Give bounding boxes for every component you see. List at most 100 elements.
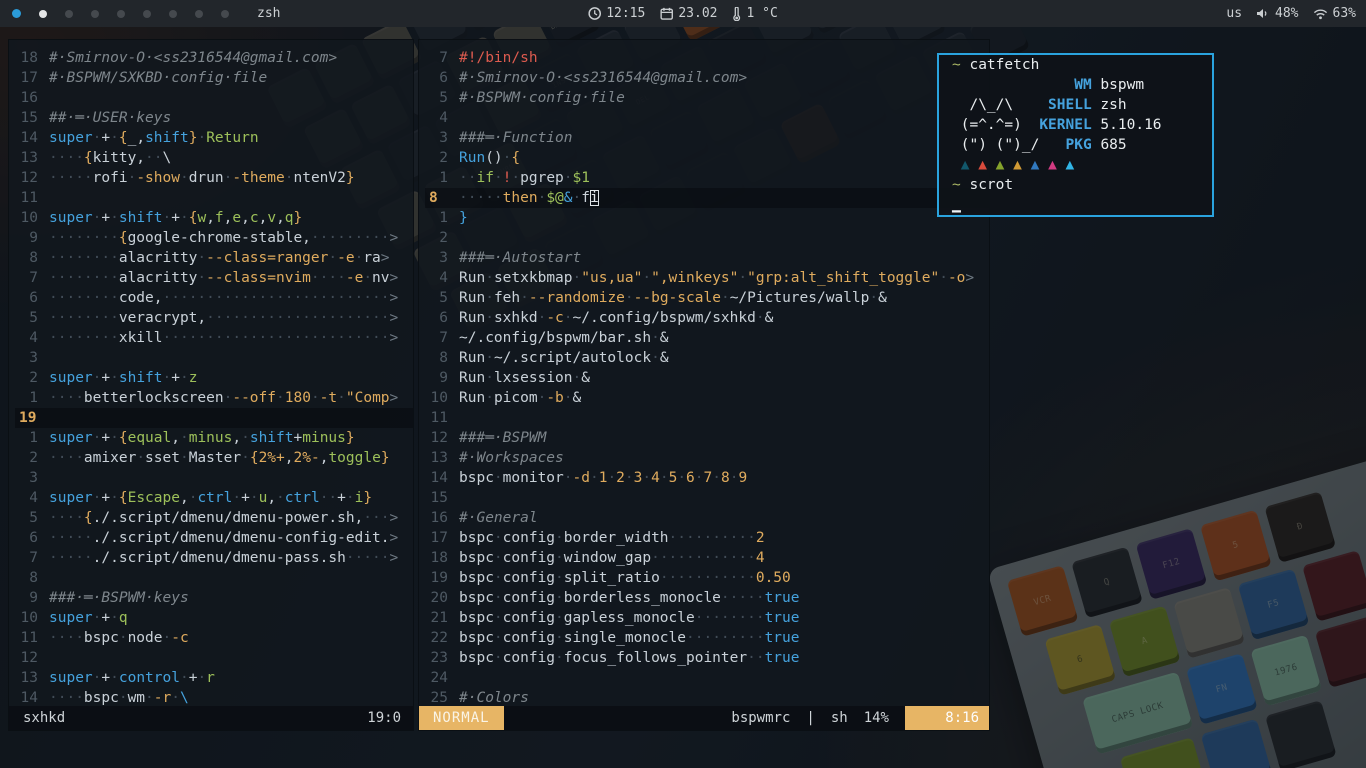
line-number: 6	[15, 288, 49, 308]
line-number: 12	[425, 428, 459, 448]
line-number: 3	[425, 248, 459, 268]
workspace-dot-focused[interactable]	[12, 9, 21, 18]
editor-line: 16#·General	[425, 508, 989, 528]
line-number: 22	[425, 628, 459, 648]
workspace-indicator	[0, 9, 229, 18]
line-number: 5	[425, 288, 459, 308]
editor-line: 24	[425, 668, 989, 688]
temperature-module[interactable]: 1 °C	[732, 6, 777, 21]
workspace-dot-empty[interactable]	[143, 10, 151, 18]
terminal-cursor: ▁	[952, 197, 961, 213]
editor-line: 10super·+·shift·+·{w,f,e,c,v,q}	[15, 208, 413, 228]
line-number: 25	[425, 688, 459, 706]
line-number: 12	[15, 168, 49, 188]
editor-line: 6·····./.script/dmenu/dmenu-config-edit.…	[15, 528, 413, 548]
editor-line: 8	[15, 568, 413, 588]
statusline-cursor-position: 8:16	[905, 706, 989, 730]
workspace-dot-empty[interactable]	[169, 10, 177, 18]
editor-line: 14super·+·{_,shift}·Return	[15, 128, 413, 148]
line-number: 16	[425, 508, 459, 528]
line-number: 2	[425, 148, 459, 168]
focused-window-title: zsh	[257, 6, 280, 21]
line-number: 11	[15, 628, 49, 648]
wifi-module[interactable]: 63%	[1313, 6, 1356, 21]
line-number: 10	[15, 608, 49, 628]
editor-line: 15	[425, 488, 989, 508]
volume-module[interactable]: 48%	[1256, 6, 1298, 21]
editor-line: 7#!/bin/sh	[425, 48, 989, 68]
editor-line: 6Run·sxhkd·-c·~/.config/bspwm/sxhkd·&	[425, 308, 989, 328]
thermometer-icon	[732, 7, 741, 21]
editor-line: 3	[15, 348, 413, 368]
workspace-dot-occupied[interactable]	[39, 10, 47, 18]
editor-line: 7~/.config/bspwm/bar.sh·&	[425, 328, 989, 348]
editor-line: 18bspc·config·window_gap············4	[425, 548, 989, 568]
terminal-window-bspwmrc[interactable]: 7#!/bin/sh6#·Smirnov-O·<ss2316544@gmail.…	[418, 39, 990, 731]
line-number: 12	[15, 648, 49, 668]
workspace-dot-empty[interactable]	[195, 10, 203, 18]
editor-line: 13····{kitty,··\	[15, 148, 413, 168]
calendar-icon	[660, 7, 673, 20]
line-number: 4	[15, 328, 49, 348]
editor-line: 14bspc·monitor·-d·1·2·3·4·5·6·7·8·9	[425, 468, 989, 488]
line-number: 24	[425, 668, 459, 688]
editor-line: 1····betterlockscreen·--off·180·-t·"Comp…	[15, 388, 413, 408]
editor-line: 4Run·setxkbmap·"us,ua"·",winkeys"·"grp:a…	[425, 268, 989, 288]
editor-line: 11····bspc·node·-c	[15, 628, 413, 648]
editor-line: 5Run·feh·--randomize·--bg-scale·~/Pictur…	[425, 288, 989, 308]
editor-line-current: 8·····then·$@&·fi	[425, 188, 989, 208]
editor-line: (=^.^=) KERNEL 5.10.16	[952, 115, 1212, 135]
vim-mode-indicator: NORMAL	[419, 706, 504, 730]
editor-line: 10Run·picom·-b·&	[425, 388, 989, 408]
temperature-label: 1 °C	[746, 6, 777, 21]
line-number: 5	[15, 508, 49, 528]
line-number: 2	[15, 368, 49, 388]
workspace-dot-empty[interactable]	[221, 10, 229, 18]
editor-line: 4········xkill··························…	[15, 328, 413, 348]
vim-cursor: i	[590, 190, 599, 206]
sxhkd-statusbar: sxhkd 19:0	[9, 706, 413, 730]
workspace-dot-empty[interactable]	[117, 10, 125, 18]
date-module[interactable]: 23.02	[660, 6, 717, 21]
catfetch-output[interactable]: ~ catfetch WM bspwm /\_/\ SHELL zsh (=^.…	[939, 55, 1212, 215]
line-number: 15	[425, 488, 459, 508]
line-number: 2	[425, 228, 459, 248]
clock-module[interactable]: 12:15	[588, 6, 645, 21]
editor-line: 22bspc·config·single_monocle·········tru…	[425, 628, 989, 648]
line-number: 6	[425, 308, 459, 328]
floating-terminal-catfetch[interactable]: ~ catfetch WM bspwm /\_/\ SHELL zsh (=^.…	[937, 53, 1214, 217]
line-number: 21	[425, 608, 459, 628]
editor-line: 15##·═·USER·keys	[15, 108, 413, 128]
editor-line: 8Run·~/.script/autolock·&	[425, 348, 989, 368]
keyboard-layout-label[interactable]: us	[1226, 6, 1242, 21]
editor-line: 6#·Smirnov-O·<ss2316544@gmail.com>	[425, 68, 989, 88]
editor-line: 9········{google-chrome-stable,·········…	[15, 228, 413, 248]
desktop: { "theme": { "focused_border_blue": "#2a…	[0, 0, 1366, 768]
workspace-dot-empty[interactable]	[65, 10, 73, 18]
workspace-dot-empty[interactable]	[91, 10, 99, 18]
editor-line: 12·····rofi·-show·drun·-theme·ntenV2}	[15, 168, 413, 188]
line-number: 1	[425, 168, 459, 188]
editor-line: 1··if·!·pgrep·$1	[425, 168, 989, 188]
line-number: 19	[15, 408, 49, 428]
vim-editor-bspwmrc[interactable]: 7#!/bin/sh6#·Smirnov-O·<ss2316544@gmail.…	[419, 40, 989, 706]
editor-line: 11	[425, 408, 989, 428]
line-number: 14	[15, 688, 49, 706]
line-number: 23	[425, 648, 459, 668]
date-label: 23.02	[678, 6, 717, 21]
line-number: 5	[425, 88, 459, 108]
line-number: 7	[425, 48, 459, 68]
editor-line: 17#·BSPWM/SXKBD·config·file	[15, 68, 413, 88]
editor-line: 12###═·BSPWM	[425, 428, 989, 448]
line-number: 5	[15, 308, 49, 328]
line-number: 1	[15, 428, 49, 448]
line-number: 13	[15, 668, 49, 688]
vim-editor-sxhkd[interactable]: 18#·Smirnov-O·<ss2316544@gmail.com>17#·B…	[9, 40, 413, 706]
editor-line: ~ catfetch	[952, 55, 1212, 75]
editor-line: 2	[425, 228, 989, 248]
terminal-window-sxhkd[interactable]: 18#·Smirnov-O·<ss2316544@gmail.com>17#·B…	[8, 39, 414, 731]
line-number: 13	[425, 448, 459, 468]
statusline-scroll-percent: 14%	[864, 710, 889, 726]
editor-line: 20bspc·config·borderless_monocle·····tru…	[425, 588, 989, 608]
editor-line: 3###═·Function	[425, 128, 989, 148]
